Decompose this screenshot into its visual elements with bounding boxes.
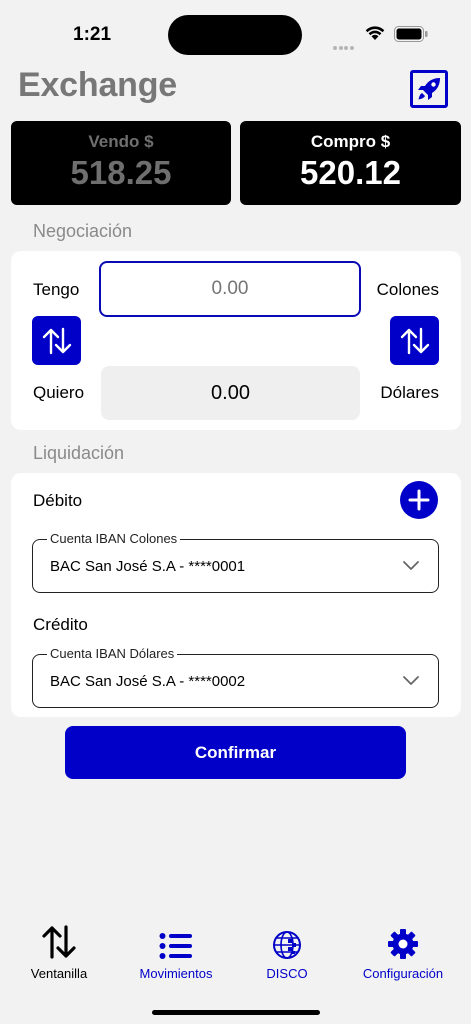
- want-currency-label: Dólares: [380, 383, 439, 402]
- debit-label: Débito: [33, 491, 83, 510]
- dynamic-island: [168, 15, 302, 55]
- sell-rate-value: 518.25: [70, 154, 172, 191]
- rocket-icon: [418, 78, 440, 100]
- have-currency-label: Colones: [376, 280, 439, 299]
- chevron-down-icon: [403, 561, 419, 570]
- sell-rate-card: Vendo $ 518.25: [11, 121, 231, 205]
- swap-arrows-icon: [400, 327, 429, 354]
- tab-label: Ventanilla: [30, 966, 88, 981]
- globe-icon: [273, 931, 301, 959]
- tab-movimientos[interactable]: Movimientos: [117, 920, 235, 981]
- negotiation-section-title: Negociación: [33, 221, 133, 241]
- credit-account-legend: Cuenta IBAN Dólares: [47, 646, 178, 661]
- tab-configuracion[interactable]: Configuración: [344, 920, 462, 981]
- credit-label: Crédito: [33, 615, 88, 634]
- swap-left-button[interactable]: [32, 316, 81, 365]
- have-label: Tengo: [33, 280, 80, 299]
- status-bar: 1:21: [0, 0, 471, 70]
- negotiation-card: Tengo Colones Quiero 0.00 Dólares: [11, 251, 461, 430]
- status-time: 1:21: [73, 24, 112, 45]
- battery-icon: [394, 26, 428, 42]
- confirm-button[interactable]: Confirmar: [65, 726, 406, 779]
- tab-label: DISCO: [266, 966, 308, 981]
- tab-disco[interactable]: DISCO: [228, 920, 346, 981]
- gear-icon: [388, 929, 418, 959]
- want-label: Quiero: [33, 383, 85, 402]
- swap-arrows-icon: [42, 327, 71, 354]
- swap-right-button[interactable]: [390, 316, 439, 365]
- chevron-down-icon: [403, 676, 419, 685]
- wifi-icon: [364, 24, 386, 46]
- credit-account-value: BAC San José S.A - ****0002: [50, 673, 246, 690]
- tab-bar: Ventanilla Movimientos DISCO Configuraci…: [0, 920, 471, 990]
- add-account-button[interactable]: [400, 481, 438, 519]
- want-amount-value: 0.00: [101, 366, 360, 420]
- debit-account-value: BAC San José S.A - ****0001: [50, 558, 246, 575]
- plus-icon: [408, 489, 430, 511]
- buy-rate-label: Compro $: [310, 132, 391, 151]
- buy-rate-value: 520.12: [300, 154, 401, 191]
- header: Exchange: [18, 66, 453, 114]
- debit-account-select[interactable]: Cuenta IBAN Colones BAC San José S.A - *…: [32, 531, 439, 593]
- arrows-up-down-icon: [42, 925, 76, 959]
- have-amount-input[interactable]: [99, 261, 361, 317]
- debit-account-legend: Cuenta IBAN Colones: [47, 531, 181, 546]
- tab-ventanilla[interactable]: Ventanilla: [0, 920, 118, 981]
- settlement-card: Débito Cuenta IBAN Colones BAC San José …: [11, 473, 461, 717]
- tab-label: Movimientos: [139, 966, 213, 981]
- sell-rate-label: Vendo $: [88, 132, 154, 151]
- list-icon: [159, 933, 192, 959]
- rocket-button[interactable]: [410, 70, 448, 108]
- buy-rate-card: Compro $ 520.12: [240, 121, 461, 205]
- credit-account-select[interactable]: Cuenta IBAN Dólares BAC San José S.A - *…: [32, 646, 439, 708]
- tab-label: Configuración: [362, 966, 444, 981]
- settlement-section-title: Liquidación: [33, 443, 125, 463]
- home-indicator: [152, 1010, 320, 1015]
- page-title: Exchange: [18, 66, 178, 104]
- cellular-signal-icon: [333, 37, 357, 50]
